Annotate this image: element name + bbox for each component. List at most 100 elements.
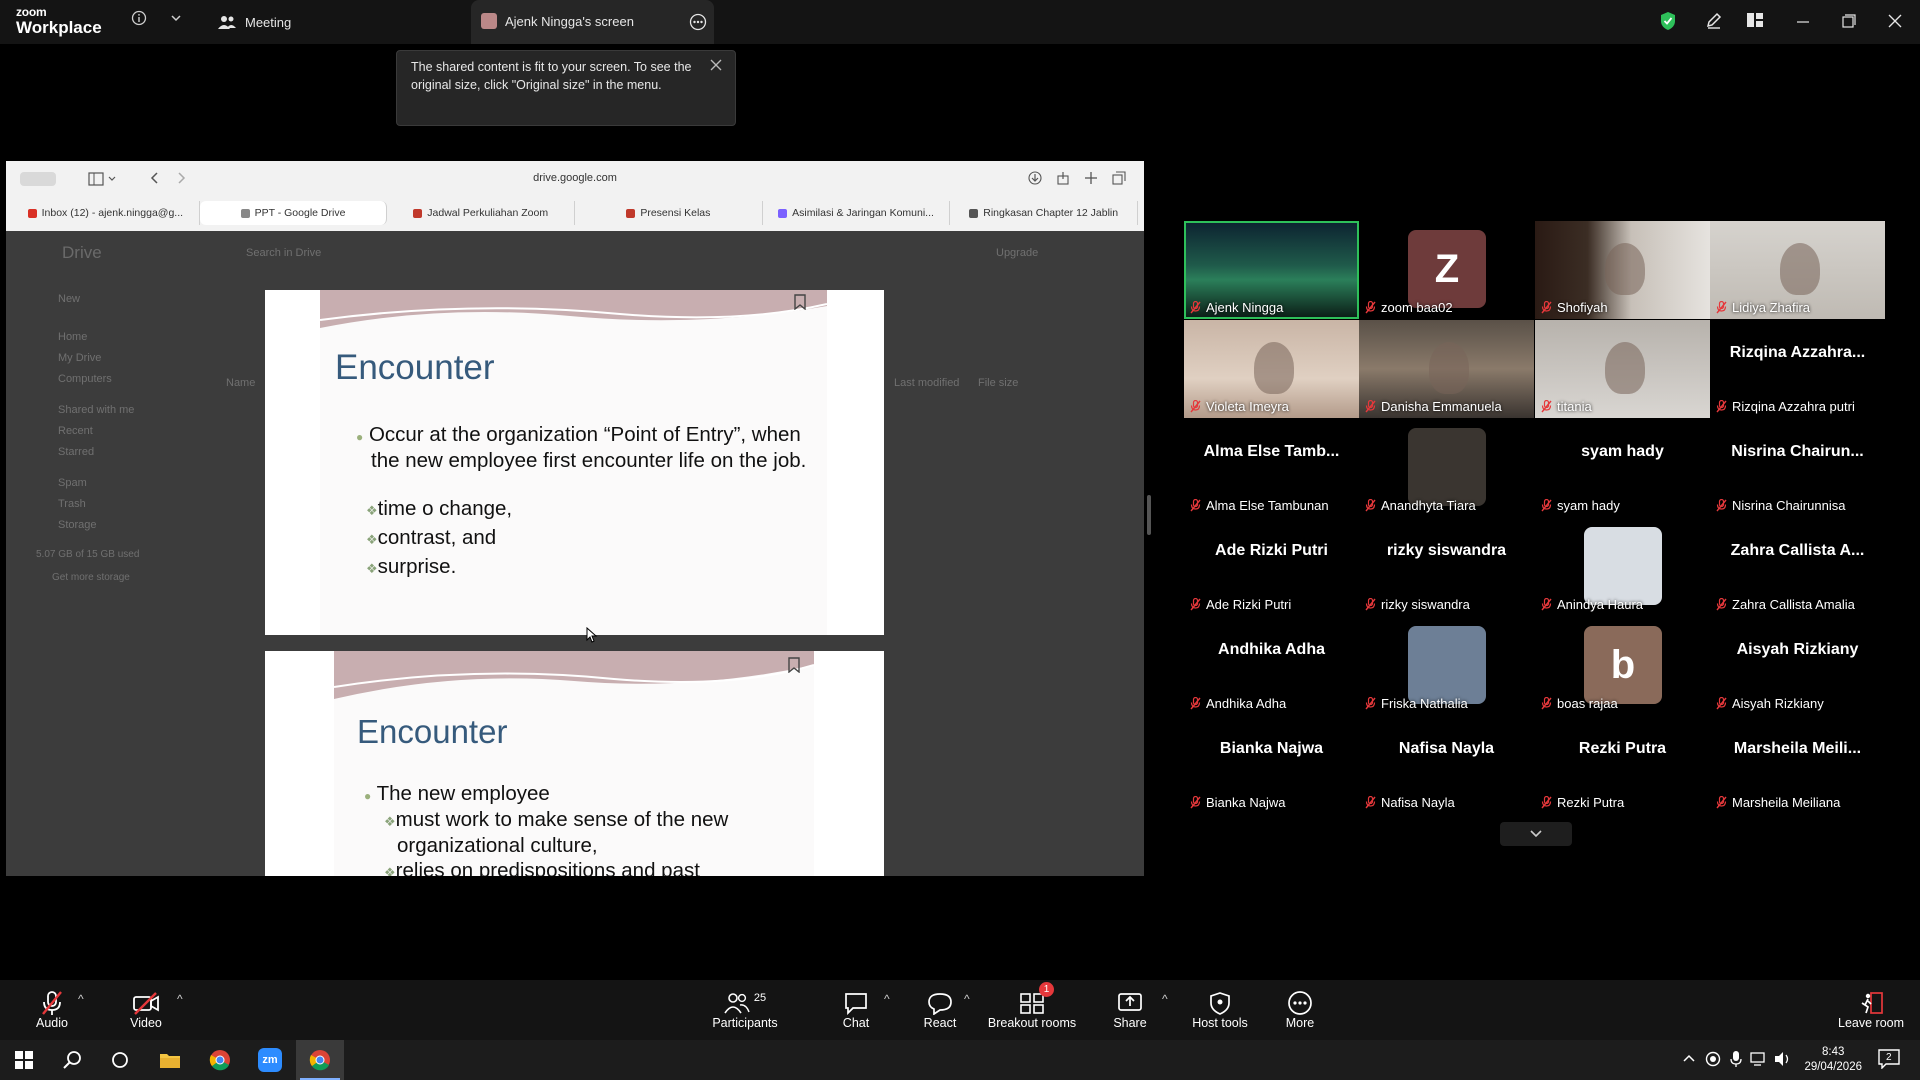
new-tab-icon[interactable]	[1084, 171, 1098, 185]
audio-button[interactable]: Audio	[34, 990, 70, 1030]
chevron-up-icon[interactable]	[1682, 1053, 1696, 1063]
share-button[interactable]: Share	[1112, 990, 1148, 1030]
close-icon[interactable]	[710, 59, 722, 71]
leave-room-button[interactable]: Leave room	[1838, 990, 1904, 1030]
split-resize-handle[interactable]	[1147, 495, 1151, 535]
download-icon[interactable]	[1028, 171, 1042, 185]
more-icon[interactable]	[689, 13, 707, 31]
nav-home[interactable]: Home	[58, 331, 87, 343]
participant-tile[interactable]: Zahra Callista A... Zahra Callista Amalia	[1710, 518, 1885, 616]
share-options-caret[interactable]: ^	[1162, 992, 1168, 1006]
shared-screen-tab[interactable]: Ajenk Ningga's screen	[471, 0, 714, 44]
participant-tile[interactable]: Nisrina Chairun... Nisrina Chairunnisa	[1710, 419, 1885, 517]
chevron-down-icon[interactable]	[170, 13, 182, 23]
search-icon[interactable]	[48, 1040, 96, 1080]
layout-icon[interactable]	[1746, 12, 1764, 28]
participant-tile[interactable]: Aisyah Rizkiany Aisyah Rizkiany	[1710, 617, 1885, 715]
participant-name: Rizqina Azzahra putri	[1716, 399, 1855, 414]
zoom-app-icon[interactable]: zm	[246, 1040, 294, 1080]
more-button[interactable]: More	[1284, 990, 1316, 1030]
react-options-caret[interactable]: ^	[964, 992, 970, 1006]
participant-tile[interactable]: Nafisa Nayla Nafisa Nayla	[1359, 716, 1534, 814]
video-button[interactable]: Video	[128, 990, 164, 1030]
chat-options-caret[interactable]: ^	[884, 992, 890, 1006]
mic-muted-icon	[1716, 499, 1727, 512]
host-tools-button[interactable]: Host tools	[1190, 990, 1250, 1030]
share-icon[interactable]	[1056, 171, 1070, 185]
info-icon[interactable]	[131, 10, 147, 26]
participant-tile[interactable]: Anandhyta Tiara	[1359, 419, 1534, 517]
bookmark-icon[interactable]	[787, 657, 801, 673]
participant-tile[interactable]: Zzoom baa02	[1359, 221, 1534, 319]
participant-tile[interactable]: Shofiyah	[1535, 221, 1710, 319]
participant-tile[interactable]: Bianka Najwa Bianka Najwa	[1184, 716, 1359, 814]
record-icon[interactable]	[1705, 1051, 1721, 1067]
audio-options-caret[interactable]: ^	[78, 992, 84, 1006]
breakout-rooms-button[interactable]: 1 Breakout rooms	[987, 982, 1077, 1030]
chrome-icon[interactable]	[196, 1040, 244, 1080]
tabs-icon[interactable]	[1112, 171, 1126, 185]
react-button[interactable]: React	[922, 990, 958, 1030]
browser-tab[interactable]: Jadwal Perkuliahan Zoom	[387, 201, 576, 225]
nav-storage[interactable]: Storage	[58, 519, 97, 531]
column-modified[interactable]: Last modified	[894, 377, 959, 389]
nav-starred[interactable]: Starred	[58, 446, 94, 458]
column-name[interactable]: Name	[226, 377, 255, 389]
participant-tile[interactable]: Ajenk Ningga	[1184, 221, 1359, 319]
column-size[interactable]: File size	[978, 377, 1018, 389]
browser-tab[interactable]: Presensi Kelas	[575, 201, 763, 225]
participant-tile[interactable]: Ade Rizki Putri Ade Rizki Putri	[1184, 518, 1359, 616]
video-options-caret[interactable]: ^	[177, 992, 183, 1006]
nav-trash[interactable]: Trash	[58, 498, 86, 510]
participants-button[interactable]: 25 Participants	[712, 990, 778, 1030]
upgrade-button[interactable]: Upgrade	[996, 247, 1038, 259]
address-bar[interactable]: drive.google.com	[6, 172, 1144, 184]
meeting-tab[interactable]: Meeting	[218, 8, 291, 36]
cortana-icon[interactable]	[96, 1040, 144, 1080]
new-button[interactable]: New	[58, 293, 80, 305]
start-button[interactable]	[0, 1040, 48, 1080]
system-clock[interactable]: 8:43 29/04/2026	[1804, 1045, 1862, 1075]
browser-tab[interactable]: Inbox (12) - ajenk.ningga@g...	[12, 201, 200, 225]
volume-icon[interactable]	[1774, 1051, 1792, 1067]
get-storage-button[interactable]: Get more storage	[52, 572, 130, 583]
nav-my-drive[interactable]: My Drive	[58, 352, 101, 364]
microphone-icon[interactable]	[1730, 1050, 1742, 1068]
participant-tile[interactable]: Andhika Adha Andhika Adha	[1184, 617, 1359, 715]
participant-tile[interactable]: Rizqina Azzahra... Rizqina Azzahra putri	[1710, 320, 1885, 418]
nav-recent[interactable]: Recent	[58, 425, 93, 437]
participant-tile[interactable]: Lidiya Zhafira	[1710, 221, 1885, 319]
chat-button[interactable]: Chat	[840, 990, 872, 1030]
participant-tile[interactable]: titania	[1535, 320, 1710, 418]
participant-tile[interactable]: Friska Nathalia	[1359, 617, 1534, 715]
browser-tab-active[interactable]: PPT - Google Drive	[199, 201, 388, 225]
participant-tile[interactable]: Danisha Emmanuela	[1359, 320, 1534, 418]
minimize-icon[interactable]	[1796, 14, 1810, 28]
shield-check-icon[interactable]	[1659, 11, 1677, 31]
chat-icon	[840, 990, 872, 1016]
chrome-active-icon[interactable]	[296, 1040, 344, 1080]
participant-tile[interactable]: Anindya Haura	[1535, 518, 1710, 616]
bookmark-icon[interactable]	[793, 294, 807, 310]
participant-tile[interactable]: Violeta Imeyra	[1184, 320, 1359, 418]
gallery-next-page-button[interactable]	[1500, 822, 1572, 846]
nav-computers[interactable]: Computers	[58, 373, 112, 385]
network-icon[interactable]	[1750, 1051, 1768, 1067]
nav-spam[interactable]: Spam	[58, 477, 87, 489]
browser-tab[interactable]: Ringkasan Chapter 12 Jablin	[950, 201, 1139, 225]
participant-tile[interactable]: Rezki Putra Rezki Putra	[1535, 716, 1710, 814]
notification-center-icon[interactable]: 2	[1878, 1049, 1900, 1069]
maximize-icon[interactable]	[1842, 14, 1856, 28]
close-window-icon[interactable]	[1888, 14, 1902, 28]
pen-icon[interactable]	[1705, 11, 1723, 29]
participant-tile[interactable]: rizky siswandra rizky siswandra	[1359, 518, 1534, 616]
file-explorer-icon[interactable]	[146, 1040, 194, 1080]
drive-search-input[interactable]: Search in Drive	[246, 247, 321, 259]
participant-tile[interactable]: Alma Else Tamb... Alma Else Tambunan	[1184, 419, 1359, 517]
nav-shared[interactable]: Shared with me	[58, 404, 134, 416]
participant-tile[interactable]: Marsheila Meili... Marsheila Meiliana	[1710, 716, 1885, 814]
participant-tile[interactable]: b boas rajaa	[1535, 617, 1710, 715]
avatar	[1408, 428, 1486, 506]
participant-tile[interactable]: syam hady syam hady	[1535, 419, 1710, 517]
browser-tab[interactable]: Asimilasi & Jaringan Komuni...	[763, 201, 951, 225]
